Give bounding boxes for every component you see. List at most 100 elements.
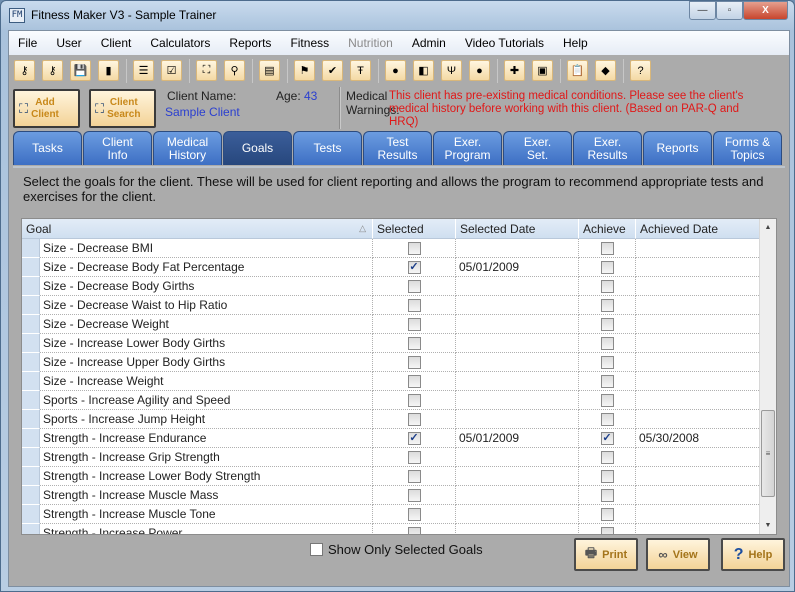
table-row[interactable]: Size - Decrease BMI	[22, 239, 761, 258]
scroll-up-arrow-icon[interactable]: ▲	[760, 219, 776, 236]
column-header-selected[interactable]: Selected	[373, 219, 456, 239]
tab-exer-set[interactable]: Exer. Set.	[503, 131, 572, 165]
tab-medical-history[interactable]: Medical History	[153, 131, 222, 165]
menu-user[interactable]: User	[56, 36, 81, 50]
row-selector[interactable]	[22, 505, 40, 524]
achieve-checkbox[interactable]	[600, 336, 614, 350]
scroll-down-arrow-icon[interactable]: ▼	[760, 517, 776, 534]
row-selector[interactable]	[22, 467, 40, 486]
table-row[interactable]: Size - Increase Upper Body Girths	[22, 353, 761, 372]
toolbar-button-checklist[interactable]: ☑	[161, 60, 182, 81]
menu-calculators[interactable]: Calculators	[150, 36, 210, 50]
row-selector[interactable]	[22, 486, 40, 505]
table-row[interactable]: Sports - Increase Agility and Speed	[22, 391, 761, 410]
achieve-checkbox[interactable]	[600, 393, 614, 407]
table-row[interactable]: Size - Increase Weight	[22, 372, 761, 391]
tab-test-results[interactable]: Test Results	[363, 131, 432, 165]
show-only-selected-box[interactable]	[310, 543, 323, 556]
column-header-goal[interactable]: Goal △	[22, 219, 373, 239]
table-row[interactable]: Size - Decrease Body Girths	[22, 277, 761, 296]
maximize-button[interactable]: ▫	[716, 1, 743, 20]
row-selector[interactable]	[22, 372, 40, 391]
tab-forms-topics[interactable]: Forms & Topics	[713, 131, 782, 165]
minimize-button[interactable]: —	[689, 1, 716, 20]
selected-checkbox[interactable]	[407, 279, 421, 293]
toolbar-button-weightlifter[interactable]: Ŧ	[350, 60, 371, 81]
selected-checkbox[interactable]: ✓	[407, 431, 421, 445]
menu-client[interactable]: Client	[101, 36, 132, 50]
menu-nutrition[interactable]: Nutrition	[348, 36, 393, 50]
column-header-achieve[interactable]: Achieve	[579, 219, 636, 239]
toolbar-button-help[interactable]: ?	[630, 60, 651, 81]
table-row[interactable]: Size - Increase Lower Body Girths	[22, 334, 761, 353]
selected-checkbox[interactable]	[407, 298, 421, 312]
toolbar-button-key-logout[interactable]: ⚷	[42, 60, 63, 81]
selected-checkbox[interactable]	[407, 450, 421, 464]
table-row[interactable]: Strength - Increase Grip Strength	[22, 448, 761, 467]
vertical-scrollbar[interactable]: ▲ ≡ ▼	[759, 219, 776, 534]
table-row[interactable]: Size - Decrease Waist to Hip Ratio	[22, 296, 761, 315]
toolbar-button-form[interactable]: ▣	[532, 60, 553, 81]
row-selector[interactable]	[22, 315, 40, 334]
toolbar-button-add-client[interactable]: ⛶	[196, 60, 217, 81]
title-bar[interactable]: FM Fitness Maker V3 - Sample Trainer — ▫…	[1, 1, 794, 31]
achieve-checkbox[interactable]	[600, 241, 614, 255]
menu-help[interactable]: Help	[563, 36, 588, 50]
achieve-checkbox[interactable]	[600, 450, 614, 464]
table-row[interactable]: Strength - Increase Muscle Tone	[22, 505, 761, 524]
achieve-checkbox[interactable]: ✓	[600, 431, 614, 445]
row-selector[interactable]	[22, 277, 40, 296]
selected-checkbox[interactable]	[407, 374, 421, 388]
menu-file[interactable]: File	[18, 36, 37, 50]
selected-checkbox[interactable]	[407, 317, 421, 331]
table-row[interactable]: Sports - Increase Jump Height	[22, 410, 761, 429]
row-selector[interactable]	[22, 258, 40, 277]
view-button[interactable]: ∞ View	[646, 538, 710, 571]
toolbar-button-exit-door[interactable]: ▮	[98, 60, 119, 81]
add-client-button[interactable]: ⛶ Add Client	[13, 89, 80, 128]
selected-checkbox[interactable]: ✓	[407, 260, 421, 274]
achieve-checkbox[interactable]	[600, 355, 614, 369]
row-selector[interactable]	[22, 429, 40, 448]
row-selector[interactable]	[22, 296, 40, 315]
toolbar-button-scroll[interactable]: ▤	[259, 60, 280, 81]
toolbar-button-key-login[interactable]: ⚷	[14, 60, 35, 81]
toolbar-button-search[interactable]: ⚲	[224, 60, 245, 81]
toolbar-button-tomato[interactable]: ●	[469, 60, 490, 81]
selected-checkbox[interactable]	[407, 488, 421, 502]
scroll-thumb[interactable]: ≡	[761, 410, 775, 497]
row-selector[interactable]	[22, 334, 40, 353]
help-button[interactable]: ? Help	[721, 538, 785, 571]
table-row[interactable]: Size - Decrease Weight	[22, 315, 761, 334]
achieve-checkbox[interactable]	[600, 469, 614, 483]
column-header-selected-date[interactable]: Selected Date	[456, 219, 579, 239]
selected-checkbox[interactable]	[407, 241, 421, 255]
tab-exer-results[interactable]: Exer. Results	[573, 131, 642, 165]
toolbar-button-list[interactable]: ☰	[133, 60, 154, 81]
column-header-achieved-date[interactable]: Achieved Date	[636, 219, 761, 239]
toolbar-button-new-document[interactable]: ✚	[504, 60, 525, 81]
achieve-checkbox[interactable]	[600, 317, 614, 331]
tab-exer-program[interactable]: Exer. Program	[433, 131, 502, 165]
achieve-checkbox[interactable]	[600, 526, 614, 534]
toolbar-button-checkered-flag[interactable]: ⚑	[294, 60, 315, 81]
row-selector[interactable]	[22, 239, 40, 258]
tab-reports[interactable]: Reports	[643, 131, 712, 165]
row-selector[interactable]	[22, 353, 40, 372]
close-button[interactable]: X	[743, 1, 788, 20]
toolbar-button-fork[interactable]: Ψ	[441, 60, 462, 81]
toolbar-button-save[interactable]: 💾	[70, 60, 91, 81]
achieve-checkbox[interactable]	[600, 260, 614, 274]
table-row[interactable]: Strength - Increase Power	[22, 524, 761, 534]
menu-admin[interactable]: Admin	[412, 36, 446, 50]
tab-tests[interactable]: Tests	[293, 131, 362, 165]
achieve-checkbox[interactable]	[600, 507, 614, 521]
menu-fitness[interactable]: Fitness	[290, 36, 329, 50]
menu-video-tutorials[interactable]: Video Tutorials	[465, 36, 544, 50]
table-row[interactable]: Strength - Increase Endurance ✓ 05/01/2009…	[22, 429, 761, 448]
row-selector[interactable]	[22, 410, 40, 429]
row-selector[interactable]	[22, 448, 40, 467]
selected-checkbox[interactable]	[407, 507, 421, 521]
achieve-checkbox[interactable]	[600, 374, 614, 388]
selected-checkbox[interactable]	[407, 412, 421, 426]
